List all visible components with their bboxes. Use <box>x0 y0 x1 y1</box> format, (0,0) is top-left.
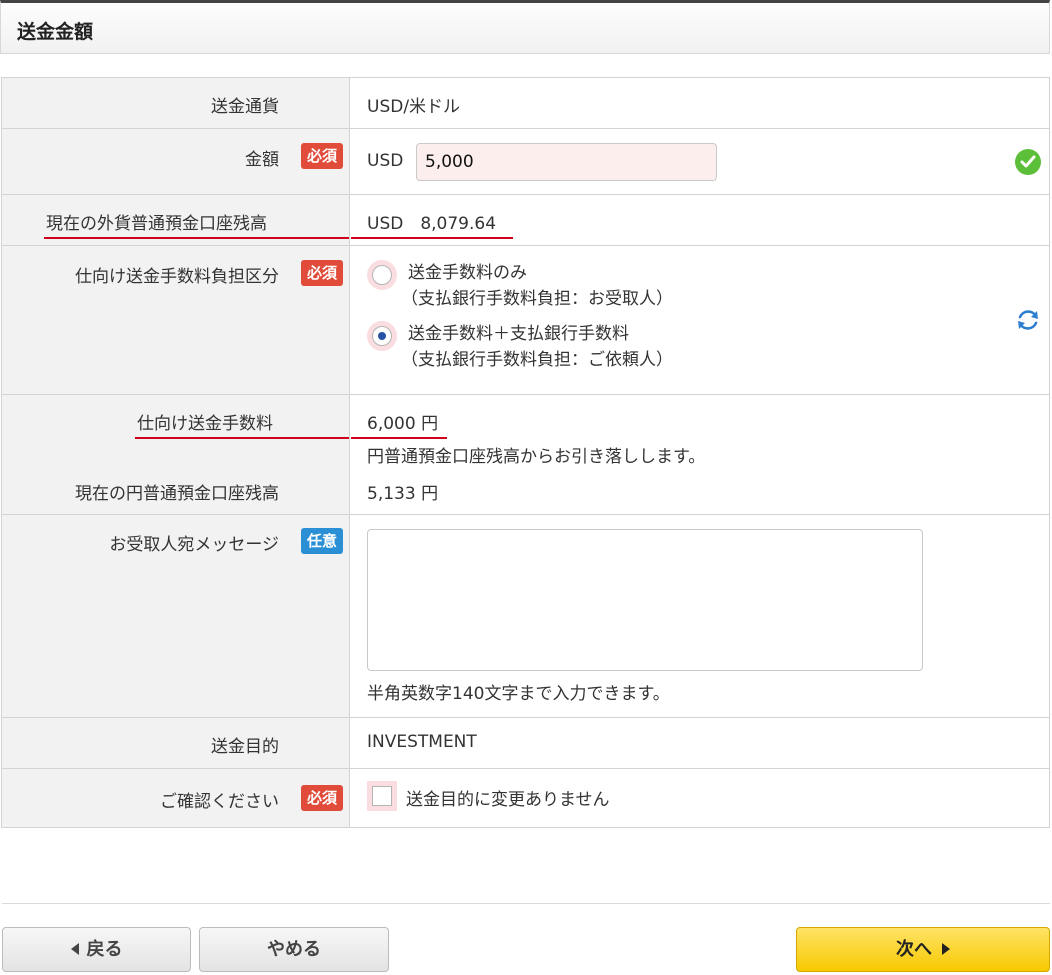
jpy-balance-value: 5,133 円 <box>367 484 439 504</box>
required-badge: 必須 <box>301 143 343 169</box>
confirm-label: ご確認ください <box>160 792 279 812</box>
row-amount: 金額 必須 USD 5,000 <box>1 129 1050 195</box>
optional-badge: 任意 <box>301 528 343 554</box>
fee-option-1-sub: （支払銀行手数料負担：お受取人） <box>401 289 673 309</box>
back-button[interactable]: 戻る <box>2 927 191 972</box>
amount-input[interactable]: 5,000 <box>416 143 717 181</box>
fx-balance-value: USD 8,079.64 <box>351 209 513 239</box>
section-title: 送金金額 <box>17 21 94 43</box>
required-badge: 必須 <box>301 785 343 811</box>
remit-fee-note: 円普通預金口座残高からお引き落しします。 <box>367 447 706 467</box>
row-currency: 送金通貨 USD/米ドル <box>1 78 1050 129</box>
row-purpose: 送金目的 INVESTMENT <box>1 718 1050 769</box>
required-badge: 必須 <box>301 260 343 286</box>
currency-label: 送金通貨 <box>211 97 279 117</box>
currency-value: USD/米ドル <box>367 97 461 117</box>
fee-burden-label: 仕向け送金手数料負担区分 <box>75 267 279 287</box>
remit-fee-value: 6,000 円 <box>351 409 447 439</box>
next-button[interactable]: 次へ <box>796 927 1050 972</box>
remittance-form: 送金通貨 USD/米ドル 金額 必須 USD 5,000 現在の外貨普通預金口座… <box>1 77 1050 828</box>
amount-unit: USD <box>367 151 404 171</box>
purpose-label: 送金目的 <box>211 737 279 757</box>
amount-label: 金額 <box>245 150 279 170</box>
triangle-left-icon <box>70 942 79 955</box>
message-label: お受取人宛メッセージ <box>109 535 279 555</box>
fee-option-radio-1[interactable] <box>367 260 397 290</box>
message-textarea[interactable] <box>367 529 923 671</box>
fx-balance-label: 現在の外貨普通預金口座残高 <box>44 209 349 239</box>
confirm-checkbox[interactable] <box>367 781 397 811</box>
purpose-value: INVESTMENT <box>367 732 477 752</box>
row-fx-balance: 現在の外貨普通預金口座残高 USD 8,079.64 <box>1 195 1050 246</box>
row-confirm: ご確認ください 必須 送金目的に変更ありません <box>1 769 1050 828</box>
cancel-button[interactable]: やめる <box>199 927 389 972</box>
refresh-icon[interactable] <box>1015 307 1041 333</box>
jpy-balance-label: 現在の円普通預金口座残高 <box>75 484 279 504</box>
fee-option-2-sub: （支払銀行手数料負担：ご依頼人） <box>401 350 673 370</box>
row-message: お受取人宛メッセージ 任意 半角英数字140文字まで入力できます。 <box>1 515 1050 718</box>
check-circle-icon <box>1015 149 1041 175</box>
remit-fee-label: 仕向け送金手数料 <box>135 409 349 439</box>
section-header: 送金金額 <box>0 0 1050 54</box>
triangle-right-icon <box>942 942 950 955</box>
confirm-checkbox-label[interactable]: 送金目的に変更ありません <box>406 785 610 810</box>
fee-option-2-label: 送金手数料＋支払銀行手数料 <box>408 324 629 344</box>
footer-divider <box>2 903 1050 904</box>
message-hint: 半角英数字140文字まで入力できます。 <box>367 684 670 704</box>
fee-option-radio-2[interactable] <box>367 321 397 351</box>
row-fee-burden: 仕向け送金手数料負担区分 必須 送金手数料のみ （支払銀行手数料負担：お受取人）… <box>1 246 1050 395</box>
row-remit-fee: 仕向け送金手数料 現在の円普通預金口座残高 6,000 円 円普通預金口座残高か… <box>1 395 1050 515</box>
fee-option-1-label: 送金手数料のみ <box>408 263 527 283</box>
